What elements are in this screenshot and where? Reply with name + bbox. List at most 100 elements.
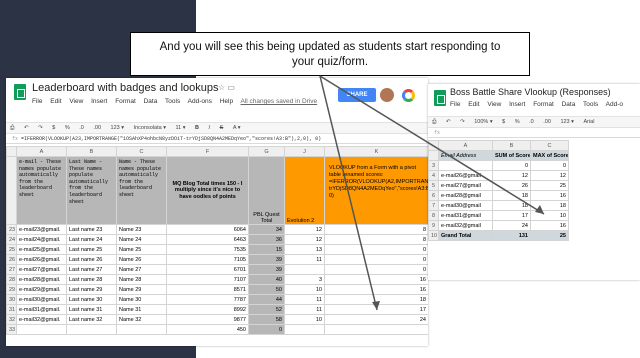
- pbl-quest-cell[interactable]: 40: [248, 274, 285, 285]
- menu-data[interactable]: Data: [562, 101, 576, 108]
- menu-addons[interactable]: Add-o: [606, 101, 623, 108]
- increase-decimal-button[interactable]: .00: [543, 119, 551, 125]
- last-name-cell[interactable]: [66, 324, 117, 335]
- email-cell[interactable]: e-mail27@gmail: [438, 180, 493, 191]
- menu-tools[interactable]: Tools: [583, 101, 598, 108]
- max-score-cell[interactable]: 12: [530, 170, 569, 181]
- vlookup-cell[interactable]: 24: [324, 314, 428, 325]
- undo-icon[interactable]: ↶: [446, 119, 451, 125]
- max-score-cell[interactable]: 18: [530, 200, 569, 211]
- sum-of-score-header[interactable]: SUM of Score: [492, 150, 531, 161]
- vlookup-cell[interactable]: 16: [324, 284, 428, 295]
- vlookup-cell[interactable]: 0: [324, 254, 428, 265]
- strikethrough-button[interactable]: S: [220, 125, 224, 131]
- sum-score-cell[interactable]: 18: [492, 190, 531, 201]
- email-cell[interactable]: e-mail32@gmail: [438, 220, 493, 231]
- name-cell[interactable]: Name 25: [116, 244, 167, 255]
- font-dropdown[interactable]: Arial: [583, 119, 594, 125]
- evolution-cell[interactable]: 12: [284, 224, 325, 235]
- mq-blog-cell[interactable]: 7105: [166, 254, 249, 265]
- column-header-j[interactable]: J: [284, 146, 325, 157]
- mq-blog-cell[interactable]: 6701: [166, 264, 249, 275]
- name-cell[interactable]: Name 30: [116, 294, 167, 305]
- format-dropdown[interactable]: 123 ▾: [560, 119, 573, 125]
- vlookup-cell[interactable]: 0: [324, 264, 428, 275]
- print-icon[interactable]: ⎙: [10, 125, 14, 132]
- menu-data[interactable]: Data: [144, 98, 158, 105]
- pbl-quest-cell[interactable]: 0: [248, 324, 285, 335]
- max-score-cell[interactable]: 0: [530, 160, 569, 171]
- vlookup-cell[interactable]: 8: [324, 224, 428, 235]
- evolution-cell[interactable]: 11: [284, 294, 325, 305]
- decrease-decimal-button[interactable]: .0: [529, 119, 534, 125]
- sheets-logo-icon[interactable]: [434, 90, 446, 106]
- last-name-cell[interactable]: Last name 32: [66, 314, 117, 325]
- menu-file[interactable]: File: [450, 101, 460, 108]
- evolution-cell[interactable]: 10: [284, 284, 325, 295]
- mq-blog-cell[interactable]: 7107: [166, 274, 249, 285]
- mq-blog-cell[interactable]: 7535: [166, 244, 249, 255]
- mq-blog-cell[interactable]: 450: [166, 324, 249, 335]
- evolution-cell[interactable]: 3: [284, 274, 325, 285]
- google-app-icon[interactable]: [402, 89, 415, 102]
- undo-icon[interactable]: ↶: [24, 125, 29, 131]
- menu-edit[interactable]: Edit: [50, 98, 61, 105]
- column-header-k[interactable]: K: [324, 146, 428, 157]
- email-cell[interactable]: [16, 324, 67, 335]
- evolution-cell[interactable]: 12: [284, 234, 325, 245]
- grand-total-label[interactable]: Grand Total: [438, 230, 493, 241]
- formula-bar[interactable]: fx: [428, 128, 640, 138]
- mq-blog-cell[interactable]: 6463: [166, 234, 249, 245]
- column-header-c[interactable]: C: [530, 140, 569, 151]
- sum-score-cell[interactable]: 24: [492, 220, 531, 231]
- max-score-cell[interactable]: 25: [530, 180, 569, 191]
- pbl-quest-cell[interactable]: 15: [248, 244, 285, 255]
- format-dropdown[interactable]: 123 ▾: [111, 125, 124, 131]
- last-name-cell[interactable]: Last name 23: [66, 224, 117, 235]
- vlookup-cell[interactable]: 17: [324, 304, 428, 315]
- saved-status[interactable]: All changes saved in Drive: [241, 98, 318, 105]
- document-title[interactable]: Boss Battle Share Vlookup (Responses): [450, 87, 611, 97]
- evolution-cell[interactable]: 11: [284, 254, 325, 265]
- name-cell[interactable]: Name 31: [116, 304, 167, 315]
- currency-button[interactable]: $: [52, 125, 55, 131]
- currency-button[interactable]: $: [502, 119, 505, 125]
- sheets-logo-icon[interactable]: [14, 84, 26, 100]
- mq-blog-header-cell[interactable]: MQ Blog Total times 150 - I multiply sin…: [166, 156, 249, 225]
- pbl-quest-cell[interactable]: 39: [248, 254, 285, 265]
- redo-icon[interactable]: ↷: [460, 119, 465, 125]
- mq-blog-cell[interactable]: 8571: [166, 284, 249, 295]
- email-cell[interactable]: e-mail25@gmail.: [16, 244, 67, 255]
- email-cell[interactable]: e-mail27@gmail.: [16, 264, 67, 275]
- sum-score-cell[interactable]: 26: [492, 180, 531, 191]
- menu-addons[interactable]: Add-ons: [188, 98, 212, 105]
- menu-view[interactable]: View: [69, 98, 83, 105]
- name-header-cell[interactable]: Name - These names populate automaticall…: [116, 156, 167, 225]
- menu-insert[interactable]: Insert: [91, 98, 107, 105]
- column-header-f[interactable]: F: [166, 146, 249, 157]
- email-cell[interactable]: e-mail31@gmail.: [16, 304, 67, 315]
- column-header-b[interactable]: B: [492, 140, 531, 151]
- name-cell[interactable]: Name 23: [116, 224, 167, 235]
- max-score-cell[interactable]: 10: [530, 210, 569, 221]
- last-name-cell[interactable]: Last name 29: [66, 284, 117, 295]
- last-name-cell[interactable]: Last name 27: [66, 264, 117, 275]
- last-name-header-cell[interactable]: Last Name - These names populate automat…: [66, 156, 117, 225]
- formula-bar[interactable]: fx =IFERROR(VLOOKUP(A23,IMPORTRANGE("1OSA…: [6, 134, 428, 144]
- decrease-decimal-button[interactable]: .0: [79, 125, 84, 131]
- column-header-a[interactable]: A: [16, 146, 67, 157]
- pbl-quest-cell[interactable]: 52: [248, 304, 285, 315]
- email-cell[interactable]: e-mail28@gmail: [438, 190, 493, 201]
- mq-blog-cell[interactable]: 8992: [166, 304, 249, 315]
- name-cell[interactable]: Name 26: [116, 254, 167, 265]
- grand-total-sum[interactable]: 131: [492, 230, 531, 241]
- pbl-quest-cell[interactable]: 36: [248, 234, 285, 245]
- bold-button[interactable]: B: [195, 125, 199, 131]
- column-header-b[interactable]: B: [66, 146, 117, 157]
- last-name-cell[interactable]: Last name 24: [66, 234, 117, 245]
- name-cell[interactable]: Name 24: [116, 234, 167, 245]
- email-cell[interactable]: e-mail23@gmail.: [16, 224, 67, 235]
- percent-button[interactable]: %: [65, 125, 70, 131]
- menu-edit[interactable]: Edit: [468, 101, 479, 108]
- sum-score-cell[interactable]: 0: [492, 160, 531, 171]
